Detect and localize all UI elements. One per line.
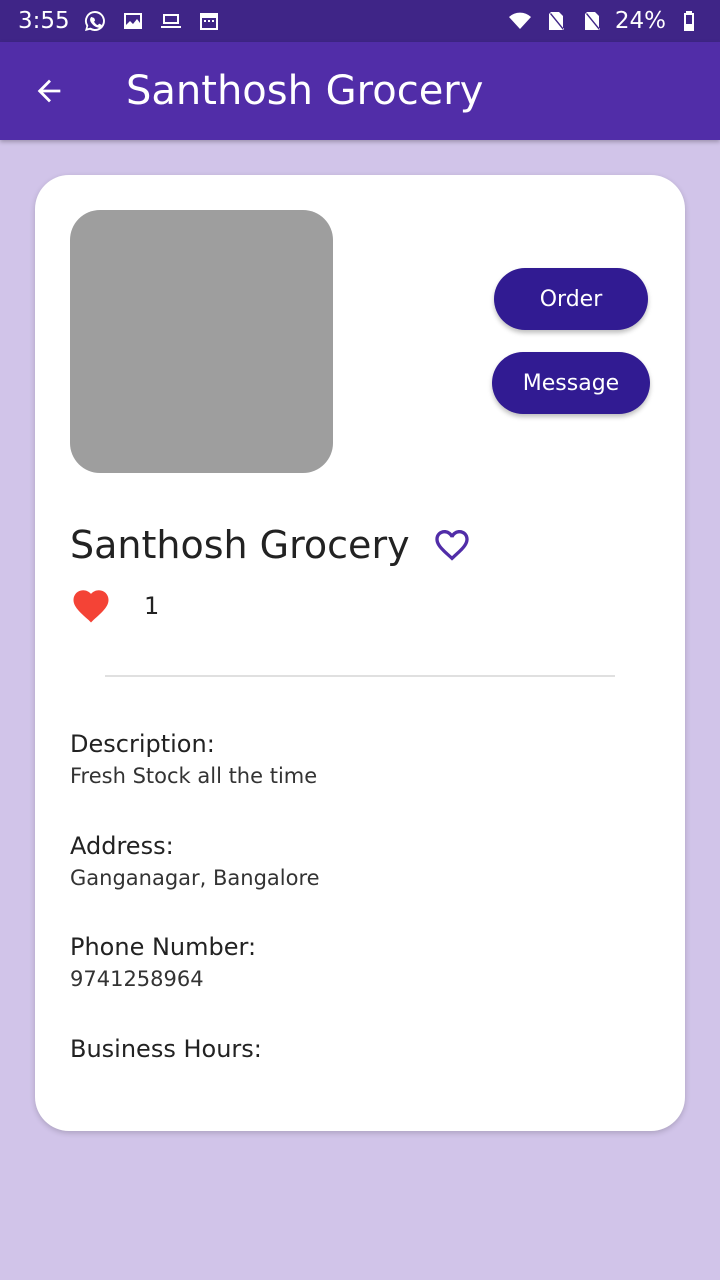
image-icon — [120, 8, 146, 34]
message-button[interactable]: Message — [492, 352, 650, 414]
phone-section: Phone Number: 9741258964 — [70, 933, 256, 991]
status-right: 24% — [507, 8, 702, 34]
arrow-back-icon — [37, 79, 61, 103]
status-left: 3:55 — [18, 8, 222, 34]
order-button[interactable]: Order — [494, 268, 648, 330]
battery-icon — [676, 8, 702, 34]
business-hours-label: Business Hours: — [70, 1035, 262, 1063]
no-sim-icon — [579, 8, 605, 34]
like-count: 1 — [144, 592, 160, 620]
wifi-icon — [507, 8, 533, 34]
back-button[interactable] — [0, 42, 98, 140]
divider — [105, 675, 615, 677]
address-section: Address: Ganganagar, Bangalore — [70, 832, 320, 890]
status-bar: 3:55 24% — [0, 0, 720, 42]
phone-label: Phone Number: — [70, 933, 257, 961]
heart-filled-icon — [70, 585, 112, 627]
shop-name-row: Santhosh Grocery — [70, 523, 472, 567]
hours-section: Business Hours: — [70, 1035, 262, 1063]
address-label: Address: — [70, 832, 174, 860]
calendar-icon — [196, 8, 222, 34]
description-section: Description: Fresh Stock all the time — [70, 730, 317, 788]
app-bar: Santhosh Grocery — [0, 42, 720, 140]
no-sim-icon — [543, 8, 569, 34]
battery-percent: 24% — [614, 8, 666, 34]
description-label: Description: — [70, 730, 215, 758]
app-bar-title: Santhosh Grocery — [126, 68, 484, 114]
status-time: 3:55 — [18, 8, 70, 34]
laptop-icon — [158, 8, 184, 34]
address-value: Ganganagar, Bangalore — [70, 866, 320, 890]
whatsapp-icon — [82, 8, 108, 34]
description-value: Fresh Stock all the time — [70, 764, 318, 788]
shop-image-placeholder — [70, 210, 333, 473]
shop-card: Order Message Santhosh Grocery 1 Descrip… — [35, 175, 685, 1131]
phone-value[interactable]: 9741258964 — [70, 967, 256, 991]
shop-name: Santhosh Grocery — [70, 523, 410, 567]
likes-row: 1 — [70, 585, 159, 627]
favorite-outline-icon[interactable] — [432, 525, 472, 565]
